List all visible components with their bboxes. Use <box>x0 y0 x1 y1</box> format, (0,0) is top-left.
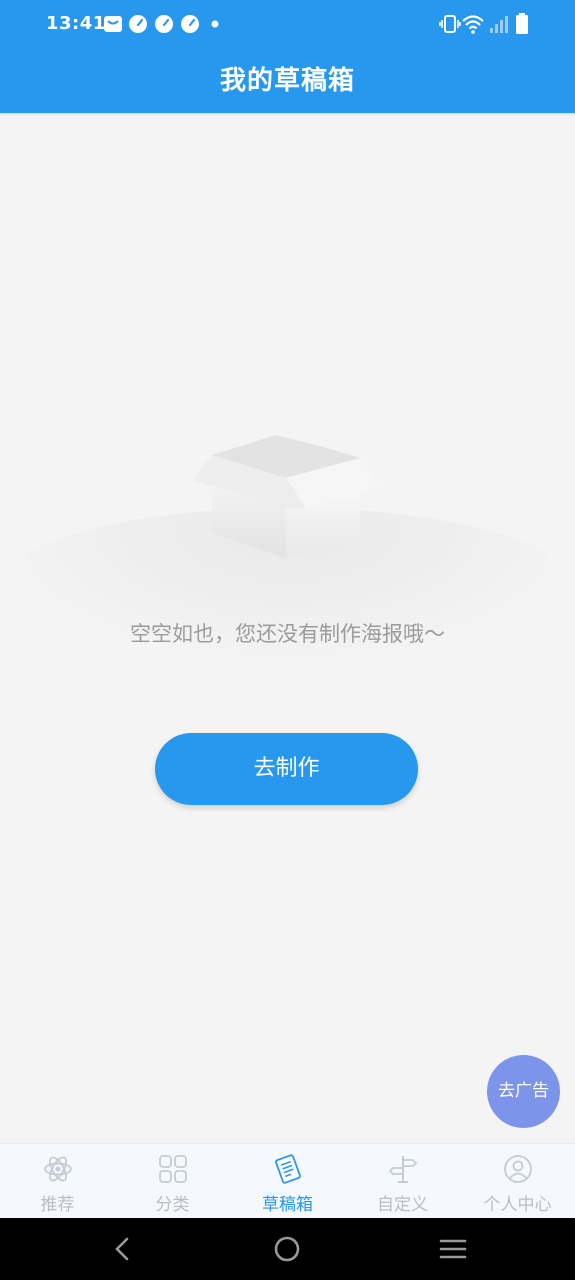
status-bar: 13:41 <box>0 0 575 48</box>
signpost-icon <box>388 1156 418 1183</box>
recent-apps-icon[interactable] <box>438 1234 468 1264</box>
speedometer-icon <box>181 15 199 33</box>
remove-ads-button[interactable]: 去广告 <box>487 1055 560 1128</box>
header-shadow <box>0 113 575 116</box>
tab-label: 推荐 <box>40 1195 75 1215</box>
tab-label: 草稿箱 <box>262 1195 313 1215</box>
tab-profile[interactable]: 个人中心 <box>460 1144 575 1219</box>
empty-box-icon <box>192 435 380 558</box>
home-icon[interactable] <box>272 1234 302 1264</box>
draft-icon <box>275 1154 301 1184</box>
speedometer-icon <box>155 15 173 33</box>
user-icon <box>504 1155 532 1183</box>
mail-icon <box>104 16 122 32</box>
wifi-icon <box>462 15 484 34</box>
atom-icon <box>44 1156 72 1182</box>
tab-drafts[interactable]: 草稿箱 <box>230 1144 345 1219</box>
tab-label: 分类 <box>155 1195 190 1215</box>
empty-state-message: 空空如也，您还没有制作海报哦～ <box>130 622 445 646</box>
system-nav-bar <box>0 1218 575 1280</box>
dot-icon <box>211 20 219 28</box>
tab-recommend[interactable]: 推荐 <box>0 1144 115 1219</box>
back-icon[interactable] <box>108 1234 138 1264</box>
create-poster-button[interactable]: 去制作 <box>155 733 418 805</box>
speedometer-icon <box>129 15 147 33</box>
bottom-tab-bar: 推荐 分类 草稿箱 自定义 个人中心 <box>0 1143 575 1219</box>
tab-custom[interactable]: 自定义 <box>345 1144 460 1219</box>
signal-icon <box>490 16 508 33</box>
status-time: 13:41 <box>46 13 106 34</box>
vibrate-icon <box>439 15 461 33</box>
app-header: 13:41 我的草稿箱 <box>0 0 575 113</box>
tab-label: 自定义 <box>377 1195 428 1215</box>
page-title: 我的草稿箱 <box>219 66 355 96</box>
battery-icon <box>516 13 528 34</box>
grid-icon <box>159 1155 187 1183</box>
tab-label: 个人中心 <box>483 1195 552 1215</box>
tab-category[interactable]: 分类 <box>115 1144 230 1219</box>
